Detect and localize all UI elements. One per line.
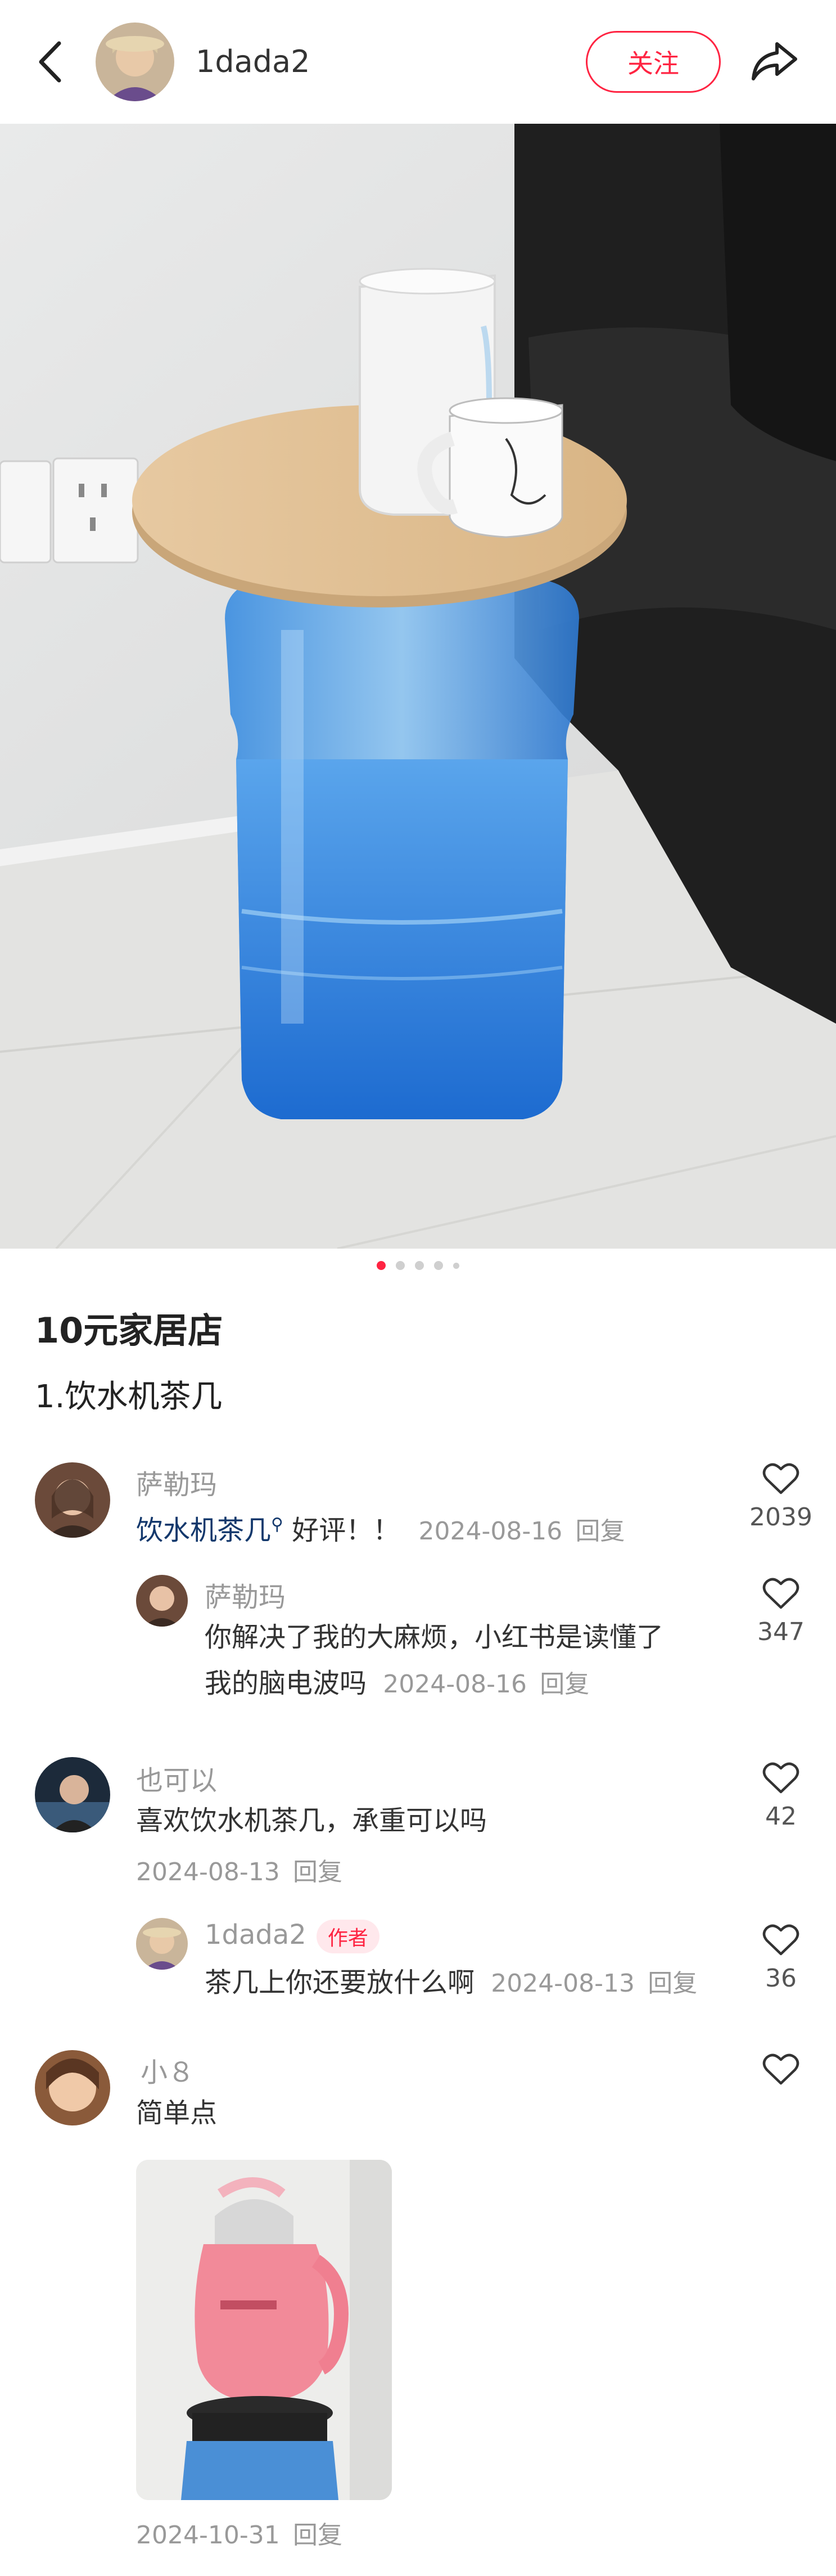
reply-button[interactable]: 回复 [293,1858,342,1886]
search-icon: ⚲ [271,1515,283,1534]
reply-button[interactable]: 回复 [648,1969,697,1998]
heart-icon [762,1924,799,1956]
back-arrow-icon [39,41,61,83]
commenter-avatar[interactable] [35,2050,110,2125]
commenter-avatar[interactable] [136,1918,188,1970]
comment-author[interactable]: 萨勒玛 [205,1575,286,1614]
carousel-dot [453,1262,459,1269]
comment-text: 喜欢饮水机茶几，承重可以吗 [136,1805,487,1836]
note-detail-page: 1dada2 关注 10元家居店 1.饮水机茶几 萨勒玛 饮水机茶几⚲ 好评！！… [0,0,836,2576]
comment-author[interactable]: 也可以 [136,1758,217,1798]
comment-date: 2024-10-31 [136,2521,280,2550]
comment-text: 简单点 [136,2097,218,2129]
comment-meta: 2024-10-31 回复 [136,2511,342,2559]
like-button[interactable]: 2039 [749,1461,812,1532]
comment-image[interactable] [136,2160,392,2500]
heart-icon [762,1463,799,1494]
comment-text: 你解决了我的大麻烦，小红书是读懂了 我的脑电波吗 2024-08-16 回复 [205,1622,664,1699]
comment-date: 2024-08-13 [491,1969,635,1998]
reply-button[interactable]: 回复 [540,1670,589,1699]
heart-icon [762,2053,799,2085]
author-avatar[interactable] [96,22,174,101]
comment-date: 2024-08-16 [383,1670,527,1699]
share-button[interactable] [748,34,801,87]
reply-button[interactable]: 回复 [293,2521,342,2550]
post-body: 1.饮水机茶几 [35,1379,223,1415]
back-button[interactable] [31,37,70,87]
post-image[interactable] [0,124,836,1249]
commenter-avatar[interactable] [35,1757,110,1832]
follow-button[interactable]: 关注 [586,31,721,93]
top-bar: 1dada2 关注 [0,0,836,124]
comment-meta: 2024-08-13 回复 [136,1848,342,1895]
carousel-dot [415,1261,424,1270]
carousel-dot [396,1261,405,1270]
comment-author: 1dada2 作者 [205,1919,379,1953]
comment-date: 2024-08-16 [418,1517,563,1546]
like-button[interactable]: 42 [758,1760,803,1831]
topic-link[interactable]: 饮水机茶几 [136,1515,271,1546]
author-badge: 作者 [316,1920,379,1953]
reply-button[interactable]: 回复 [576,1517,625,1546]
carousel-dot [377,1261,386,1270]
commenter-avatar[interactable] [35,1462,110,1538]
like-count: 42 [765,1802,797,1831]
carousel-dot [434,1261,443,1270]
comment-date: 2024-08-13 [136,1858,280,1886]
carousel-indicator [0,1260,836,1271]
comment-text: 饮水机茶几⚲ 好评！！ 2024-08-16 回复 [136,1515,625,1546]
like-count: 36 [765,1964,797,1993]
like-button[interactable]: 347 [757,1576,805,1646]
like-count: 2039 [749,1503,812,1532]
like-button[interactable]: 36 [758,1922,803,1993]
heart-icon [762,1578,799,1609]
heart-icon [762,1762,799,1794]
comment-author[interactable]: 萨勒玛 [136,1462,217,1502]
comment-text: 茶几上你还要放什么啊 2024-08-13 回复 [205,1967,698,1998]
author-username[interactable]: 1dada2 [196,44,310,79]
like-count: 347 [757,1618,805,1646]
commenter-avatar[interactable] [136,1575,188,1627]
post-title: 10元家居店 [35,1310,223,1351]
comment-author[interactable]: 小８ [141,2050,195,2089]
like-button[interactable] [758,2052,803,2086]
share-icon [752,42,797,80]
reply-author-name[interactable]: 1dada2 [205,1919,306,1951]
